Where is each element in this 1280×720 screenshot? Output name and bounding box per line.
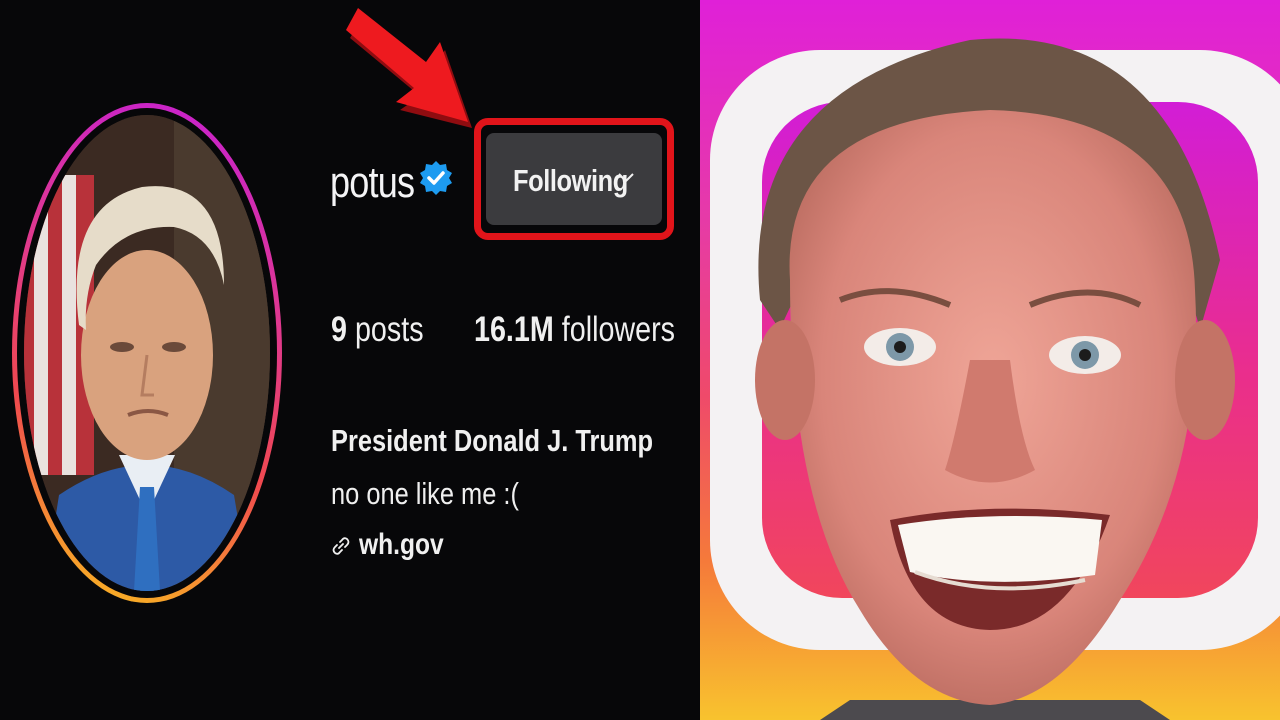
posts-label: posts [354, 310, 424, 349]
followers-number: 16.1M [474, 310, 554, 349]
profile-username: potus [330, 158, 415, 207]
followers-label: followers [561, 310, 676, 349]
chevron-down-icon [618, 173, 634, 183]
avatar[interactable] [24, 115, 270, 591]
link-icon [332, 537, 350, 555]
profile-link-text[interactable]: wh.gov [359, 528, 444, 562]
posts-count[interactable]: 9 posts [331, 310, 424, 350]
profile-panel: potus Following 9 posts 16.1M followers … [0, 0, 700, 720]
followers-count[interactable]: 16.1M followers [474, 310, 675, 350]
posts-number: 9 [331, 310, 347, 349]
following-button-label: Following [513, 163, 628, 198]
profile-full-name: President Donald J. Trump [331, 423, 654, 458]
smiling-face-photo [755, 38, 1235, 720]
following-button[interactable]: Following [486, 133, 662, 225]
story-ring[interactable] [12, 103, 282, 603]
thumbnail-right-panel [700, 0, 1280, 720]
profile-bio: no one like me :( [331, 476, 519, 511]
avatar-photo [24, 115, 270, 591]
red-arrow-icon [346, 8, 472, 128]
verified-badge-icon [420, 161, 452, 195]
